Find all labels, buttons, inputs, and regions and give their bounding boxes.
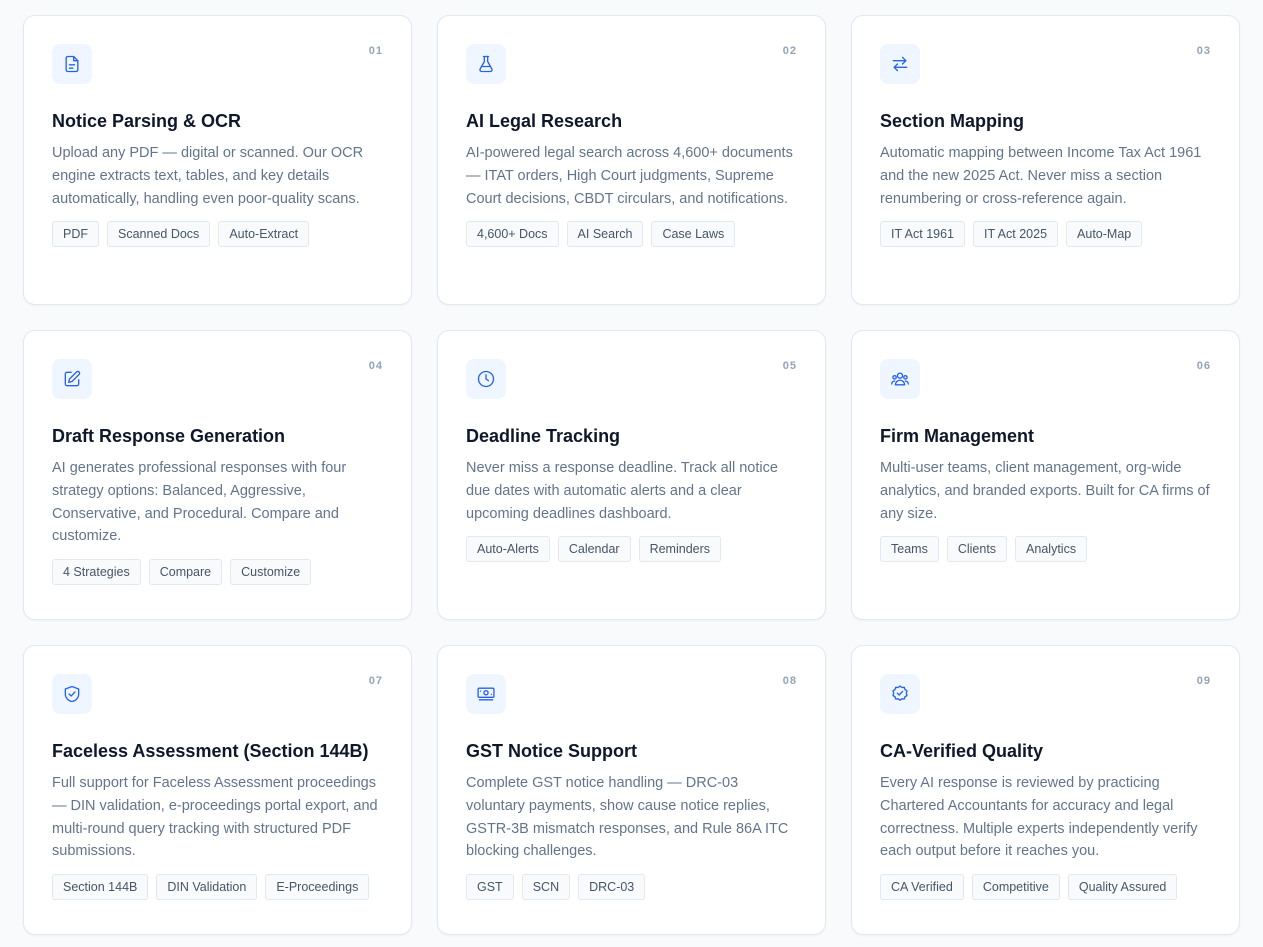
feature-description: Automatic mapping between Income Tax Act…	[880, 145, 1202, 207]
banknotes-icon	[466, 674, 506, 714]
tag: DIN Validation	[156, 874, 258, 901]
feature-title: Draft Response Generation	[52, 426, 286, 446]
badge-check-icon	[880, 674, 920, 714]
feature-title: Notice Parsing & OCR	[52, 111, 242, 131]
tag: 4,600+ Docs	[466, 221, 559, 248]
feature-title: GST Notice Support	[466, 741, 637, 761]
clock-icon	[466, 359, 506, 399]
users-group-icon	[880, 359, 920, 399]
tag: Teams	[880, 536, 939, 563]
tag: Auto-Alerts	[466, 536, 550, 563]
tag: Clients	[946, 536, 1008, 563]
tag: Quality Assured	[1067, 874, 1178, 901]
feature-description: Upload any PDF — digital or scanned. Our…	[52, 145, 364, 207]
shield-check-icon	[52, 674, 92, 714]
tag: PDF	[52, 221, 99, 248]
feature-number: 07	[368, 675, 383, 687]
feature-tags: CA Verified Competitive Quality Assured	[880, 874, 1211, 901]
feature-card-notice-parsing: 01 Notice Parsing & OCR Upload any PDF —…	[23, 15, 412, 305]
tag: Auto-Extract	[218, 221, 310, 248]
tag: E-Proceedings	[265, 874, 370, 901]
feature-number: 06	[1196, 360, 1211, 372]
feature-number: 01	[368, 45, 383, 57]
tag: Auto-Map	[1066, 221, 1143, 248]
tag: Case Laws	[651, 221, 736, 248]
feature-number: 03	[1196, 45, 1211, 57]
feature-title: Deadline Tracking	[466, 426, 621, 446]
feature-number: 02	[782, 45, 797, 57]
feature-card-faceless-assessment: 07 Faceless Assessment (Section 144B) Fu…	[23, 645, 412, 935]
flask-icon	[466, 44, 506, 84]
tag: GST	[466, 874, 514, 901]
feature-card-ca-verified: 09 CA-Verified Quality Every AI response…	[851, 645, 1240, 935]
feature-title: CA-Verified Quality	[880, 741, 1044, 761]
feature-number: 05	[782, 360, 797, 372]
tag: Section 144B	[52, 874, 149, 901]
feature-tags: 4 Strategies Compare Customize	[52, 559, 383, 586]
pencil-square-icon	[52, 359, 92, 399]
document-icon	[52, 44, 92, 84]
feature-title: Faceless Assessment (Section 144B)	[52, 741, 369, 761]
feature-description: Complete GST notice handling — DRC-03 vo…	[466, 775, 789, 860]
feature-tags: PDF Scanned Docs Auto-Extract	[52, 221, 383, 248]
tag: Calendar	[557, 536, 631, 563]
tag: SCN	[521, 874, 571, 901]
feature-description: Never miss a response deadline. Track al…	[466, 460, 778, 522]
tag: DRC-03	[578, 874, 646, 901]
feature-number: 08	[782, 675, 797, 687]
tag: AI Search	[566, 221, 644, 248]
feature-tags: Teams Clients Analytics	[880, 536, 1211, 563]
swap-arrows-icon	[880, 44, 920, 84]
tag: Competitive	[971, 874, 1060, 901]
feature-card-section-mapping: 03 Section Mapping Automatic mapping bet…	[851, 15, 1240, 305]
feature-card-deadline-tracking: 05 Deadline Tracking Never miss a respon…	[437, 330, 826, 620]
feature-description: AI generates professional responses with…	[52, 460, 347, 545]
features-grid: 01 Notice Parsing & OCR Upload any PDF —…	[23, 15, 1240, 935]
feature-tags: Auto-Alerts Calendar Reminders	[466, 536, 797, 563]
tag: CA Verified	[880, 874, 964, 901]
feature-title: Firm Management	[880, 426, 1035, 446]
feature-title: AI Legal Research	[466, 111, 623, 131]
feature-card-draft-response: 04 Draft Response Generation AI generate…	[23, 330, 412, 620]
tag: Reminders	[638, 536, 722, 563]
tag: Analytics	[1015, 536, 1088, 563]
feature-tags: Section 144B DIN Validation E-Proceeding…	[52, 874, 383, 901]
feature-description: Every AI response is reviewed by practic…	[880, 775, 1198, 860]
feature-card-firm-management: 06 Firm Management Multi-user teams, cli…	[851, 330, 1240, 620]
tag: IT Act 1961	[880, 221, 966, 248]
tag: Customize	[230, 559, 312, 586]
feature-tags: 4,600+ Docs AI Search Case Laws	[466, 221, 797, 248]
feature-description: Full support for Faceless Assessment pro…	[52, 775, 378, 860]
tag: Scanned Docs	[107, 221, 211, 248]
feature-description: AI-powered legal search across 4,600+ do…	[466, 145, 793, 207]
feature-card-legal-research: 02 AI Legal Research AI-powered legal se…	[437, 15, 826, 305]
feature-number: 09	[1196, 675, 1211, 687]
tag: 4 Strategies	[52, 559, 141, 586]
feature-title: Section Mapping	[880, 111, 1024, 131]
feature-number: 04	[368, 360, 383, 372]
feature-tags: GST SCN DRC-03	[466, 874, 797, 901]
feature-tags: IT Act 1961 IT Act 2025 Auto-Map	[880, 221, 1211, 248]
tag: Compare	[148, 559, 223, 586]
feature-description: Multi-user teams, client management, org…	[880, 460, 1210, 522]
feature-card-gst-notice: 08 GST Notice Support Complete GST notic…	[437, 645, 826, 935]
tag: IT Act 2025	[973, 221, 1059, 248]
